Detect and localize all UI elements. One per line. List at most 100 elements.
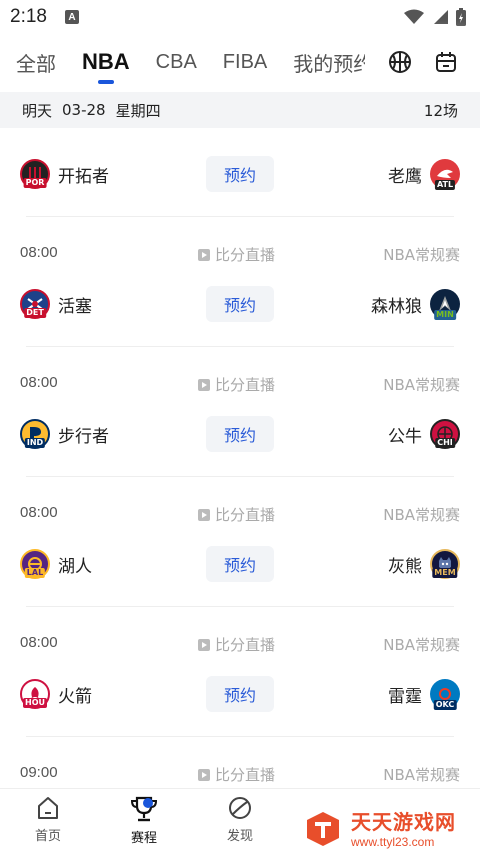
- match-league: NBA常规赛: [383, 506, 460, 524]
- date-bar: 明天 03-28 星期四 12场: [0, 92, 480, 128]
- team-logo-icon: IND: [20, 419, 50, 449]
- away-team[interactable]: 老鹰 ATL: [388, 156, 460, 192]
- home-team-name: 开拓者: [58, 166, 109, 187]
- home-team-name: 火箭: [58, 686, 92, 707]
- calendar-icon[interactable]: [434, 50, 458, 74]
- divider: [26, 476, 454, 477]
- play-icon: [198, 638, 210, 651]
- play-icon: [198, 768, 210, 781]
- live-label: 比分直播: [215, 506, 276, 524]
- basketball-icon[interactable]: [388, 50, 412, 74]
- live-score-link[interactable]: 比分直播: [198, 634, 275, 655]
- divider: [26, 606, 454, 607]
- live-score-link[interactable]: 比分直播: [198, 504, 275, 525]
- play-icon: [198, 378, 210, 391]
- team-abbr: ATL: [434, 180, 456, 190]
- team-logo-icon: MEM: [430, 549, 460, 579]
- date-weekday: 星期四: [115, 101, 161, 120]
- team-abbr: OKC: [433, 700, 457, 710]
- home-team[interactable]: IND 步行者: [20, 416, 109, 452]
- match-count: 12场: [423, 101, 458, 120]
- status-indicators: [404, 8, 466, 26]
- nav-home[interactable]: 首页: [0, 789, 96, 855]
- away-team-name: 老鹰: [388, 166, 422, 187]
- nav-schedule-label: 赛程: [130, 831, 157, 846]
- team-logo-icon: LAL: [20, 549, 50, 579]
- nav-discover[interactable]: 发现: [192, 789, 288, 855]
- match-league: NBA常规赛: [383, 766, 460, 784]
- match-teams: POR 开拓者 预约 老鹰 ATL: [0, 156, 480, 196]
- home-team-name: 湖人: [58, 556, 92, 577]
- wifi-icon: [404, 9, 424, 24]
- reserve-button[interactable]: 预约: [206, 676, 274, 712]
- watermark-title: 天天游戏网: [351, 810, 456, 834]
- away-team-name: 公牛: [388, 426, 422, 447]
- nav-schedule[interactable]: 赛程: [96, 789, 192, 855]
- tab-nba[interactable]: NBA: [82, 34, 130, 90]
- reserve-button[interactable]: 预约: [206, 546, 274, 582]
- team-abbr: DET: [24, 308, 46, 318]
- battery-icon: [456, 8, 466, 26]
- nav-home-label: 首页: [34, 829, 61, 844]
- tab-my-reservations[interactable]: 我的预约: [293, 34, 365, 90]
- match-meta: 08:00 比分直播 NBA常规赛: [0, 244, 480, 268]
- live-score-link[interactable]: 比分直播: [198, 374, 275, 395]
- live-score-link[interactable]: 比分直播: [198, 244, 275, 265]
- team-logo-icon: OKC: [430, 679, 460, 710]
- match-time: 08:00: [20, 244, 58, 261]
- reserve-button[interactable]: 预约: [206, 156, 274, 192]
- away-team[interactable]: 灰熊 MEM: [388, 546, 460, 582]
- home-team[interactable]: POR 开拓者: [20, 156, 109, 192]
- tab-strip: 全部 NBA CBA FIBA 我的预约: [0, 34, 365, 90]
- notification-a-icon: A: [64, 10, 79, 24]
- tab-fiba[interactable]: FIBA: [223, 34, 267, 90]
- date-day: 明天: [22, 101, 53, 120]
- away-team[interactable]: 森林狼 MIN: [371, 286, 460, 322]
- live-label: 比分直播: [215, 376, 276, 394]
- tab-actions: [388, 34, 480, 90]
- team-logo-icon: POR: [20, 159, 50, 189]
- home-team-name: 活塞: [58, 296, 92, 317]
- match-time: 08:00: [20, 634, 58, 651]
- home-team[interactable]: HOU 火箭: [20, 676, 92, 712]
- team-logo-icon: ATL: [430, 159, 460, 190]
- match-league: NBA常规赛: [383, 376, 460, 394]
- away-team-name: 森林狼: [371, 296, 422, 317]
- tab-all[interactable]: 全部: [16, 34, 56, 90]
- divider: [26, 736, 454, 737]
- home-icon: [38, 797, 58, 819]
- status-time: 2:18: [10, 6, 47, 27]
- home-team[interactable]: DET 活塞: [20, 286, 92, 322]
- away-team-name: 灰熊: [388, 556, 422, 577]
- watermark-logo-icon: [307, 811, 339, 846]
- match-meta: 08:00 比分直播 NBA常规赛: [0, 504, 480, 528]
- live-score-link[interactable]: 比分直播: [198, 764, 275, 785]
- team-abbr: MEM: [432, 568, 458, 578]
- match-teams: HOU 火箭 预约 雷霆 OKC: [0, 676, 480, 716]
- team-abbr: CHI: [435, 438, 455, 448]
- live-label: 比分直播: [215, 636, 276, 654]
- away-team[interactable]: 雷霆 OKC: [388, 676, 460, 712]
- watermark-url: www.ttyl23.com: [351, 835, 435, 849]
- reserve-button[interactable]: 预约: [206, 286, 274, 322]
- away-team[interactable]: 公牛 CHI: [388, 416, 460, 452]
- team-abbr: HOU: [23, 698, 47, 708]
- tab-cba[interactable]: CBA: [156, 34, 197, 90]
- nav-discover-label: 发现: [226, 829, 253, 844]
- match-league: NBA常规赛: [383, 246, 460, 264]
- reserve-button[interactable]: 预约: [206, 416, 274, 452]
- match-league: NBA常规赛: [383, 636, 460, 654]
- match-list[interactable]: POR 开拓者 预约 老鹰 ATL 08:00 比分直播 NBA常规赛 DET …: [0, 128, 480, 788]
- match-time: 08:00: [20, 504, 58, 521]
- live-label: 比分直播: [215, 766, 276, 784]
- team-logo-icon: CHI: [430, 419, 460, 449]
- watermark: 天天游戏网 www.ttyl23.com: [303, 806, 456, 849]
- live-label: 比分直播: [215, 246, 276, 264]
- team-abbr: LAL: [24, 568, 46, 578]
- divider: [26, 346, 454, 347]
- date-value: 03-28: [62, 101, 106, 119]
- team-abbr: POR: [23, 178, 47, 188]
- league-tabs: 全部 NBA CBA FIBA 我的预约: [0, 34, 480, 90]
- divider: [26, 216, 454, 217]
- home-team[interactable]: LAL 湖人: [20, 546, 92, 582]
